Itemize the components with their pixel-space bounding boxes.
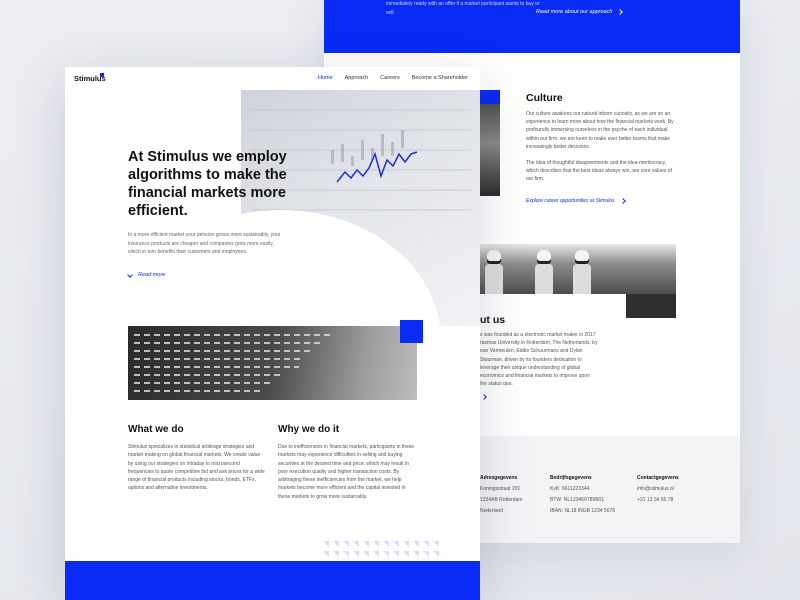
hero-heading: At Stimulus we employ algorithms to make… bbox=[128, 149, 287, 219]
what-we-do-text: Stimulus specializes in statistical arbi… bbox=[128, 444, 265, 492]
culture-paragraph: Our culture awakens our natural inborn c… bbox=[526, 111, 674, 150]
nav-shareholder[interactable]: Become a Shareholder bbox=[412, 75, 468, 81]
why-we-do-it-heading: Why we do it bbox=[278, 424, 340, 435]
chevron-right-icon bbox=[619, 198, 626, 204]
board-row bbox=[134, 350, 314, 352]
hero-text: In a more efficient market your pension … bbox=[128, 232, 281, 255]
footer-company: Bedrijfsgegevens KvK: 6611223344 BTW: NL… bbox=[550, 473, 615, 517]
board-row bbox=[134, 374, 284, 376]
footer-contact: Contactgegevens info@stimulus.nl +31 12 … bbox=[637, 473, 679, 506]
culture-heading: Culture bbox=[526, 92, 563, 104]
team-photo-shadow bbox=[626, 294, 676, 318]
logo-square-icon bbox=[100, 73, 104, 77]
nav-home[interactable]: Home bbox=[318, 75, 333, 81]
chevron-down-icon bbox=[127, 272, 133, 278]
board-row bbox=[134, 382, 274, 384]
approach-link[interactable]: Read more about our approach bbox=[536, 9, 624, 15]
stormtrooper-figure bbox=[484, 246, 504, 294]
culture-text: Our culture awakens our natural inborn c… bbox=[526, 110, 678, 184]
stock-board-photo bbox=[128, 326, 417, 400]
banner-text: immediately ready with an offer if a mar… bbox=[386, 1, 540, 16]
about-heading: ut us bbox=[480, 314, 506, 326]
footer-line: IBAN: NL18 INGB 1234 5678 bbox=[550, 508, 616, 514]
footer-phone[interactable]: +31 12 34 56 78 bbox=[637, 495, 679, 506]
what-we-do-heading: What we do bbox=[128, 424, 184, 435]
culture-paragraph: The idea of thoughtful disagreements and… bbox=[526, 160, 672, 183]
board-row bbox=[134, 390, 264, 392]
chevron-right-icon[interactable] bbox=[481, 394, 487, 400]
footer-line: BTW: NL123456789B01 bbox=[550, 497, 605, 503]
chevron-right-icon bbox=[617, 9, 624, 15]
footer-line: KvK: 6611223344 bbox=[550, 486, 590, 492]
nav-careers[interactable]: Careers bbox=[380, 75, 400, 81]
approach-banner: immediately ready with an offer if a mar… bbox=[324, 0, 740, 53]
footer-heading: Contactgegevens bbox=[637, 475, 679, 481]
footer-heading: Bedrijfsgegevens bbox=[550, 475, 592, 481]
board-row bbox=[134, 358, 304, 360]
read-more-label: Read more bbox=[138, 272, 166, 278]
front-page: Stimulus Home Approach Careers Become a … bbox=[65, 67, 480, 600]
careers-link[interactable]: Explore career opportunities at Stimulus bbox=[526, 198, 626, 204]
board-accent-block bbox=[400, 320, 423, 343]
footer-address: Adresgegevens Koningsstraat 201 1234AB R… bbox=[480, 473, 523, 517]
nav-approach[interactable]: Approach bbox=[345, 75, 369, 81]
board-row bbox=[134, 366, 299, 368]
main-nav: Home Approach Careers Become a Sharehold… bbox=[318, 75, 468, 81]
about-text: s was founded as a electronic market mak… bbox=[480, 332, 598, 388]
stormtrooper-figure bbox=[534, 246, 554, 294]
footer-heading: Adresgegevens bbox=[480, 475, 518, 481]
read-more-link[interactable]: Read more bbox=[127, 272, 166, 278]
footer-line: Nederland bbox=[480, 508, 504, 514]
board-row bbox=[134, 334, 334, 336]
stormtrooper-figure bbox=[572, 246, 592, 294]
culture-photo bbox=[480, 90, 500, 196]
board-row bbox=[134, 342, 324, 344]
blue-footer-band bbox=[65, 561, 480, 600]
footer-line: 1234AB Rotterdam bbox=[480, 497, 523, 503]
culture-accent-block bbox=[480, 90, 500, 104]
footer-line: Koningsstraat 201 bbox=[480, 486, 521, 492]
careers-link-label: Explore career opportunities at Stimulus bbox=[526, 198, 615, 204]
footer-email[interactable]: info@stimulus.nl bbox=[637, 484, 679, 495]
approach-link-label: Read more about our approach bbox=[536, 9, 613, 15]
team-photo bbox=[480, 244, 676, 294]
why-we-do-it-text: Due to inefficiencies in financial marke… bbox=[278, 444, 415, 500]
